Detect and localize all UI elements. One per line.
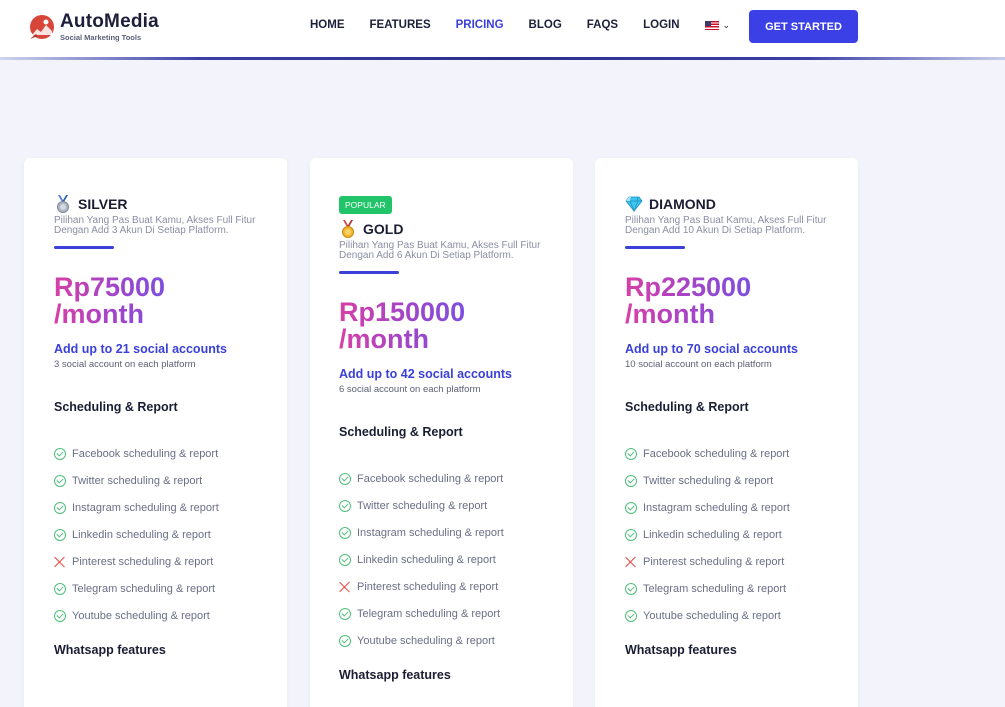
plan-underline — [625, 246, 685, 249]
price-period: /month — [54, 299, 144, 329]
feature-item: Linkedin scheduling & report — [54, 521, 274, 548]
nav-faqs[interactable]: FAQS — [587, 19, 618, 31]
check-circle-icon — [625, 609, 637, 622]
scheduling-heading: Scheduling & Report — [339, 425, 463, 439]
automedia-logo-icon — [28, 13, 56, 41]
feature-item: Pinterest scheduling & report — [339, 573, 559, 600]
accounts-limit: Add up to 21 social accounts — [54, 342, 227, 356]
feature-item: Pinterest scheduling & report — [54, 548, 274, 575]
check-circle-icon — [54, 447, 66, 460]
feature-item: Instagram scheduling & report — [625, 494, 845, 521]
check-circle-icon — [339, 472, 351, 485]
accounts-per-platform: 10 social account on each platform — [625, 359, 772, 370]
feature-item: Linkedin scheduling & report — [625, 521, 845, 548]
cross-icon — [54, 556, 66, 568]
get-started-button[interactable]: GET STARTED — [749, 10, 858, 43]
check-circle-icon — [339, 634, 351, 647]
plan-price: Rp75000 /month — [54, 274, 165, 328]
check-circle-icon — [54, 582, 66, 595]
main-nav: HOME FEATURES PRICING BLOG FAQS LOGIN ⌄ — [310, 19, 730, 31]
feature-item: Instagram scheduling & report — [54, 494, 274, 521]
feature-item: Instagram scheduling & report — [339, 519, 559, 546]
check-circle-icon — [54, 609, 66, 622]
check-circle-icon — [625, 528, 637, 541]
whatsapp-features-heading: Whatsapp features — [339, 668, 451, 682]
check-circle-icon — [54, 501, 66, 514]
feature-item: Pinterest scheduling & report — [625, 548, 845, 575]
nav-features[interactable]: FEATURES — [370, 19, 431, 31]
pricing-card-silver: SILVER Pilihan Yang Pas Buat Kamu, Akses… — [24, 158, 287, 707]
pricing-card-gold: POPULAR GOLD Pilihan Yang Pas Buat Kamu,… — [310, 158, 573, 707]
check-circle-icon — [54, 528, 66, 541]
diamond-icon — [625, 195, 643, 213]
price-amount: Rp150000 — [339, 297, 466, 327]
check-circle-icon — [339, 607, 351, 620]
price-period: /month — [625, 299, 715, 329]
feature-list: Facebook scheduling & report Twitter sch… — [625, 440, 845, 629]
site-header: AutoMedia Social Marketing Tools HOME FE… — [0, 0, 1005, 58]
whatsapp-features-heading: Whatsapp features — [54, 643, 166, 657]
brand-name: AutoMedia — [60, 11, 159, 32]
language-selector[interactable]: ⌄ — [704, 19, 731, 31]
price-period: /month — [339, 324, 429, 354]
feature-item: Telegram scheduling & report — [339, 600, 559, 627]
plan-description: Pilihan Yang Pas Buat Kamu, Akses Full F… — [625, 215, 827, 236]
feature-item: Youtube scheduling & report — [54, 602, 274, 629]
plan-name: SILVER — [78, 196, 128, 212]
us-flag-icon — [704, 20, 719, 30]
feature-list: Facebook scheduling & report Twitter sch… — [339, 465, 559, 654]
brand-logo[interactable]: AutoMedia Social Marketing Tools — [28, 12, 159, 42]
whatsapp-features-heading: Whatsapp features — [625, 643, 737, 657]
plan-name: GOLD — [363, 221, 404, 237]
accounts-per-platform: 3 social account on each platform — [54, 359, 196, 370]
nav-pricing[interactable]: PRICING — [456, 19, 504, 31]
check-circle-icon — [625, 582, 637, 595]
check-circle-icon — [625, 447, 637, 460]
scheduling-heading: Scheduling & Report — [625, 400, 749, 414]
feature-item: Facebook scheduling & report — [339, 465, 559, 492]
feature-item: Twitter scheduling & report — [54, 467, 274, 494]
silver-medal-icon — [54, 195, 72, 213]
plan-price: Rp225000 /month — [625, 274, 751, 328]
nav-login[interactable]: LOGIN — [643, 19, 679, 31]
feature-item: Youtube scheduling & report — [339, 627, 559, 654]
check-circle-icon — [54, 474, 66, 487]
plan-underline — [54, 246, 114, 249]
pricing-card-diamond: DIAMOND Pilihan Yang Pas Buat Kamu, Akse… — [595, 158, 858, 707]
accounts-limit: Add up to 70 social accounts — [625, 342, 798, 356]
nav-blog[interactable]: BLOG — [529, 19, 562, 31]
check-circle-icon — [625, 501, 637, 514]
cross-icon — [339, 581, 351, 593]
feature-item: Twitter scheduling & report — [339, 492, 559, 519]
plan-underline — [339, 271, 399, 274]
price-amount: Rp225000 — [625, 272, 752, 302]
check-circle-icon — [339, 526, 351, 539]
popular-badge: POPULAR — [339, 196, 392, 214]
nav-home[interactable]: HOME — [310, 19, 345, 31]
accounts-limit: Add up to 42 social accounts — [339, 367, 512, 381]
gold-medal-icon — [339, 220, 357, 238]
check-circle-icon — [339, 553, 351, 566]
header-divider — [0, 57, 1005, 60]
accounts-per-platform: 6 social account on each platform — [339, 384, 481, 395]
feature-item: Telegram scheduling & report — [625, 575, 845, 602]
brand-tagline: Social Marketing Tools — [60, 33, 142, 42]
feature-item: Telegram scheduling & report — [54, 575, 274, 602]
price-amount: Rp75000 — [54, 272, 166, 302]
plan-price: Rp150000 /month — [339, 299, 465, 353]
plan-description: Pilihan Yang Pas Buat Kamu, Akses Full F… — [339, 240, 541, 261]
check-circle-icon — [625, 474, 637, 487]
feature-item: Facebook scheduling & report — [54, 440, 274, 467]
feature-item: Youtube scheduling & report — [625, 602, 845, 629]
feature-item: Twitter scheduling & report — [625, 467, 845, 494]
scheduling-heading: Scheduling & Report — [54, 400, 178, 414]
check-circle-icon — [339, 499, 351, 512]
plan-name: DIAMOND — [649, 196, 716, 212]
plan-description: Pilihan Yang Pas Buat Kamu, Akses Full F… — [54, 215, 256, 236]
feature-list: Facebook scheduling & report Twitter sch… — [54, 440, 274, 629]
cross-icon — [625, 556, 637, 568]
chevron-down-icon: ⌄ — [722, 19, 731, 30]
feature-item: Facebook scheduling & report — [625, 440, 845, 467]
feature-item: Linkedin scheduling & report — [339, 546, 559, 573]
